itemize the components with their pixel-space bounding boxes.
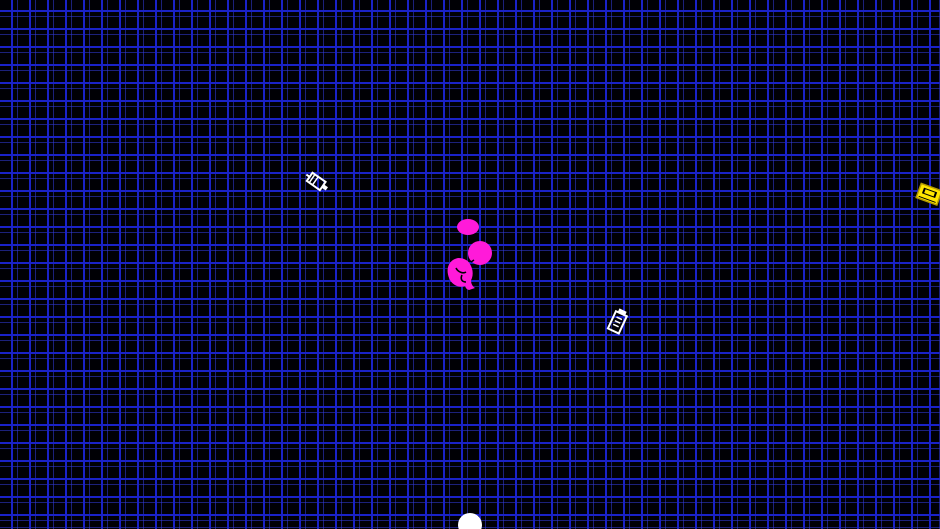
white-orb-sprite [458,513,482,529]
vial-icon[interactable] [604,306,632,336]
fetus-player-sprite [447,219,492,290]
game-playfield[interactable] [0,0,940,529]
cassette-icon[interactable] [914,180,940,208]
syringe-icon[interactable] [302,168,332,196]
